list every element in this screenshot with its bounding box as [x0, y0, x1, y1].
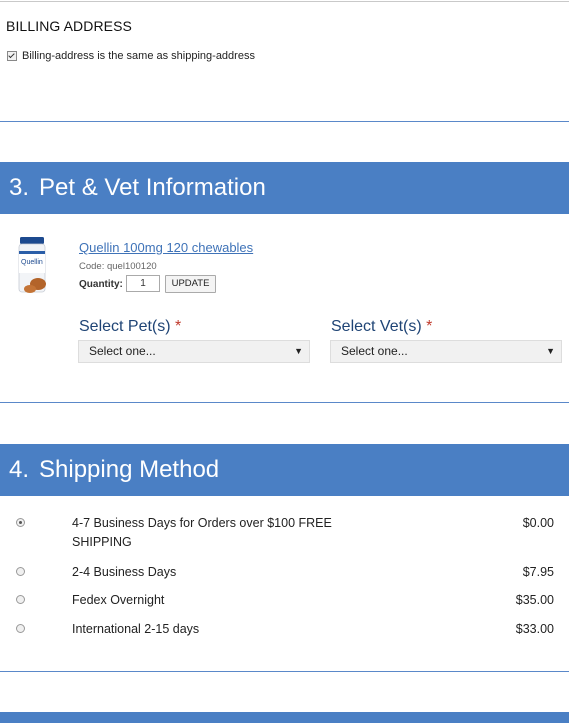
- update-button[interactable]: UPDATE: [165, 275, 216, 293]
- shipping-option-price: $33.00: [515, 622, 554, 636]
- next-section-header: [0, 712, 569, 723]
- shipping-option-label: International 2-15 days: [72, 622, 200, 636]
- shipping-option-label: 4-7 Business Days for Orders over $100 F…: [72, 516, 332, 549]
- shipping-option-radio[interactable]: [16, 567, 25, 576]
- select-pet-label: Select Pet(s) *: [79, 318, 181, 336]
- product-code: Code: quel100120: [79, 261, 157, 272]
- shipping-option-price: $0.00: [522, 516, 554, 530]
- billing-address-heading: BILLING ADDRESS: [6, 18, 132, 34]
- chevron-down-icon: ▼: [546, 346, 555, 356]
- shipping-option-radio[interactable]: [16, 595, 25, 604]
- section-divider: [0, 402, 569, 403]
- shipping-section-header: 4. Shipping Method: [0, 444, 569, 496]
- top-divider: [0, 1, 569, 2]
- required-mark: *: [175, 318, 182, 335]
- section-title: Pet & Vet Information: [39, 174, 266, 201]
- chevron-down-icon: ▼: [294, 346, 303, 356]
- section-number: 3.: [9, 174, 30, 201]
- shipping-option-label: 2-4 Business Days: [72, 565, 177, 579]
- pet-vet-section-header: 3. Pet & Vet Information: [0, 162, 569, 214]
- same-as-shipping-checkbox-row[interactable]: Billing-address is the same as shipping-…: [7, 50, 255, 62]
- shipping-option-price: $7.95: [522, 565, 554, 579]
- select-pet-label-text: Select Pet(s): [79, 318, 171, 335]
- same-as-shipping-label: Billing-address is the same as shipping-…: [22, 50, 255, 62]
- shipping-option-radio[interactable]: [16, 518, 25, 527]
- select-vet-label-text: Select Vet(s): [331, 318, 422, 335]
- section-divider: [0, 121, 569, 122]
- svg-text:Quellin: Quellin: [21, 259, 43, 266]
- section-divider: [0, 671, 569, 672]
- same-as-shipping-checkbox[interactable]: [7, 51, 17, 61]
- product-bottle-image: Quellin: [18, 237, 46, 293]
- shipping-option-label: Fedex Overnight: [72, 593, 165, 607]
- select-vet-value: Select one...: [341, 344, 408, 358]
- select-vet-dropdown[interactable]: Select one... ▼: [330, 340, 562, 363]
- select-pet-dropdown[interactable]: Select one... ▼: [78, 340, 310, 363]
- product-name-link[interactable]: Quellin 100mg 120 chewables: [79, 240, 253, 255]
- shipping-option-radio[interactable]: [16, 624, 25, 633]
- section-title: Shipping Method: [39, 456, 220, 483]
- section-number: 4.: [9, 456, 30, 483]
- quantity-label: Quantity:: [79, 279, 123, 290]
- quantity-input[interactable]: 1: [126, 275, 160, 292]
- select-vet-label: Select Vet(s) *: [331, 318, 432, 336]
- select-pet-value: Select one...: [89, 344, 156, 358]
- shipping-option-price: $35.00: [515, 593, 554, 607]
- required-mark: *: [426, 318, 433, 335]
